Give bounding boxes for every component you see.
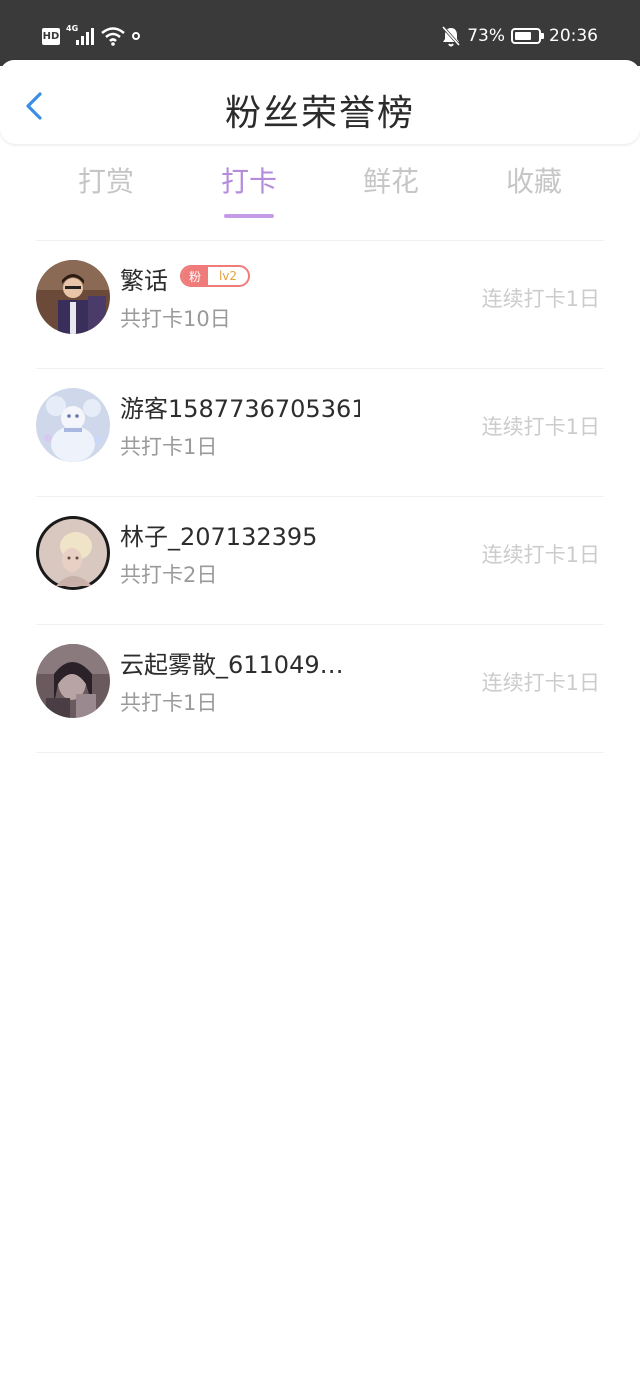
user-name: 云起雾散_611049… (120, 651, 344, 679)
avatar[interactable] (36, 388, 110, 462)
tab-label: 鲜花 (362, 165, 419, 198)
total-checkin: 共打卡1日 (120, 435, 218, 459)
streak-checkin: 连续打卡1日 (481, 543, 600, 567)
hd-badge: HD (42, 27, 60, 45)
list-item[interactable]: 游客1587736705361 共打卡1日 连续打卡1日 (0, 369, 640, 497)
status-left: HD 4G (42, 24, 140, 48)
total-checkin: 共打卡2日 (120, 563, 218, 587)
list-item[interactable]: 繁话 粉 lv2 共打卡10日 连续打卡1日 (0, 241, 640, 369)
tab-checkin[interactable]: 打卡 (189, 160, 309, 220)
streak-checkin: 连续打卡1日 (481, 287, 600, 311)
avatar[interactable] (36, 644, 110, 718)
fan-ranking-list: 繁话 粉 lv2 共打卡10日 连续打卡1日 游客1587736705361 共… (0, 241, 640, 753)
tab-favorites[interactable]: 收藏 (474, 160, 594, 220)
active-tab-indicator (224, 214, 274, 218)
wifi-icon (101, 27, 125, 46)
user-name: 游客1587736705361 (120, 395, 360, 423)
status-right: 73% 20:36 (441, 24, 598, 48)
nav-bar: 粉丝荣誉榜 (0, 60, 640, 144)
total-checkin: 共打卡1日 (120, 691, 218, 715)
notification-dot-icon (132, 32, 140, 40)
fan-badge-prefix: 粉 (182, 267, 208, 285)
avatar[interactable] (36, 516, 110, 590)
clock: 20:36 (549, 26, 598, 46)
tab-label: 打赏 (77, 165, 134, 198)
bell-muted-icon (442, 26, 461, 47)
streak-checkin: 连续打卡1日 (481, 415, 600, 439)
avatar[interactable] (36, 260, 110, 334)
network-type-label: 4G (66, 24, 79, 33)
page-title: 粉丝荣誉榜 (224, 93, 415, 134)
status-bar: HD 4G 73% 20:36 (0, 0, 640, 66)
streak-checkin: 连续打卡1日 (481, 671, 600, 695)
list-item[interactable]: 云起雾散_611049… 共打卡1日 连续打卡1日 (0, 625, 640, 753)
signal-icon: 4G (66, 24, 96, 47)
tab-tip[interactable]: 打赏 (46, 160, 166, 220)
tab-flowers[interactable]: 鲜花 (331, 160, 451, 220)
fan-badge-level: lv2 (218, 269, 238, 283)
tab-label: 打卡 (220, 165, 277, 198)
fan-level-badge: 粉 lv2 (180, 265, 250, 287)
user-name: 繁话 (120, 267, 168, 295)
battery-percent: 73% (467, 26, 505, 46)
tab-label: 收藏 (505, 165, 562, 198)
battery-icon (511, 28, 544, 44)
total-checkin: 共打卡10日 (120, 307, 231, 331)
user-name: 林子_207132395 (120, 523, 318, 551)
tab-bar: 打赏 打卡 鲜花 收藏 (0, 160, 640, 224)
list-item[interactable]: 林子_207132395 共打卡2日 连续打卡1日 (0, 497, 640, 625)
